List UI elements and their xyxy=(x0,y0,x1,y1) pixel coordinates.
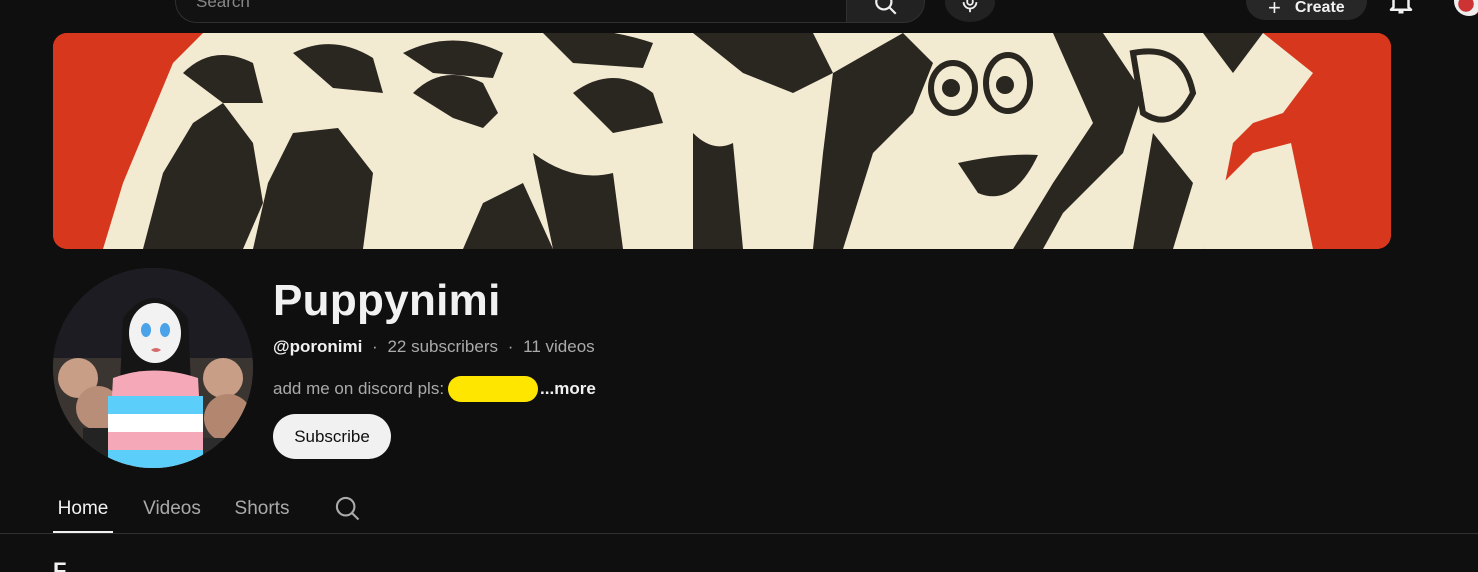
tab-search-button[interactable] xyxy=(333,484,363,533)
youtube-channel-page: + Create xyxy=(0,0,1478,572)
channel-tabs: Home Videos Shorts xyxy=(53,484,363,533)
video-count: 11 videos xyxy=(523,337,595,356)
tabs-divider xyxy=(0,533,1478,534)
meta-separator: · xyxy=(507,337,514,356)
channel-description[interactable]: add me on discord pls: ...more xyxy=(273,376,596,402)
create-label: Create xyxy=(1294,0,1345,16)
channel-name: Puppynimi xyxy=(273,276,501,325)
avatar-artwork xyxy=(53,268,253,468)
tab-home[interactable]: Home xyxy=(53,484,113,533)
search-icon xyxy=(875,0,897,15)
channel-avatar[interactable] xyxy=(53,268,253,468)
more-link[interactable]: ...more xyxy=(540,379,596,399)
search-icon xyxy=(335,496,360,520)
microphone-icon xyxy=(962,0,978,13)
tab-shorts[interactable]: Shorts xyxy=(231,484,293,533)
tab-videos[interactable]: Videos xyxy=(140,484,204,533)
meta-separator: · xyxy=(372,337,378,356)
section-heading: F xyxy=(53,558,67,572)
channel-banner xyxy=(53,33,1391,249)
subscribe-button[interactable]: Subscribe xyxy=(273,414,391,459)
voice-search-button[interactable] xyxy=(945,0,995,22)
plus-icon: + xyxy=(1268,0,1281,20)
bell-icon xyxy=(1389,0,1413,14)
description-text: add me on discord pls: xyxy=(273,379,445,398)
channel-meta: @poronimi · 22 subscribers · 11 videos xyxy=(273,337,595,357)
subscriber-count: 22 subscribers xyxy=(387,337,498,356)
account-avatar[interactable] xyxy=(1454,0,1478,16)
search-input[interactable] xyxy=(196,0,796,15)
search-box[interactable] xyxy=(175,0,847,23)
search-button[interactable] xyxy=(846,0,925,23)
notifications-button[interactable] xyxy=(1386,0,1418,18)
channel-handle: @poronimi xyxy=(273,337,363,356)
banner-artwork xyxy=(53,33,1391,249)
redaction-mark xyxy=(448,376,539,402)
create-button[interactable]: + Create xyxy=(1246,0,1367,20)
